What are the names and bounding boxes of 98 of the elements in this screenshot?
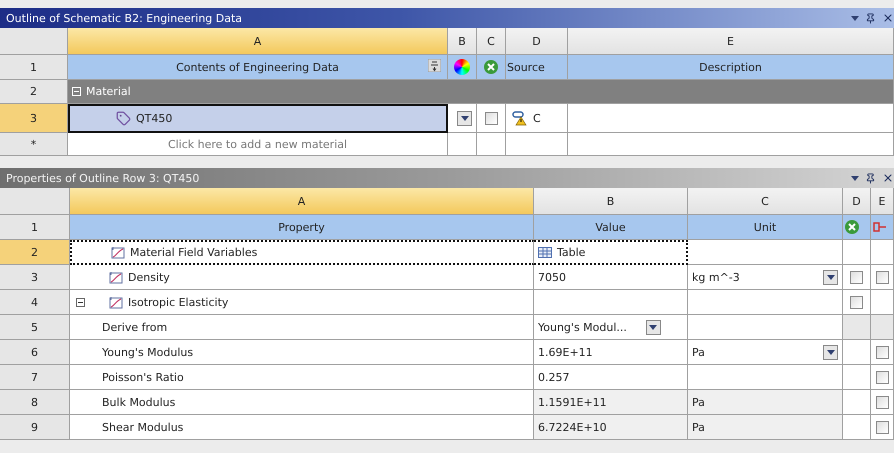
value-cell[interactable]: 7050 [534,265,688,290]
chart-icon [109,296,123,308]
source-cell: C [506,104,568,133]
unit-text: Pa [692,420,705,434]
close-circle-icon [845,220,859,234]
dropdown-button[interactable] [646,320,661,334]
unit-text: kg m^-3 [692,270,740,284]
unit-text: Pa [692,396,705,408]
unit-cell[interactable]: kg m^-3 [688,265,843,290]
value-text: 1.1591E+11 [538,396,607,408]
row-number[interactable]: 3 [0,104,68,133]
color-wheel-icon [454,59,470,75]
value-cell[interactable]: Young's Modul... [534,315,688,340]
property-cell[interactable]: Isotropic Elasticity [70,290,534,315]
checkbox[interactable] [876,270,889,284]
corner-cell [0,188,70,215]
row-number[interactable]: 1 [0,55,68,80]
group-row[interactable]: Material [68,80,894,104]
unit-text: Pa [692,346,705,358]
property-cell[interactable]: Bulk Modulus [70,390,534,415]
row-number[interactable]: 6 [0,340,70,365]
table-icon [538,247,552,258]
checkbox[interactable] [876,370,889,384]
property-cell[interactable]: Material Field Variables [70,240,534,265]
value-text: Young's Modul... [538,320,627,334]
checkbox[interactable] [876,420,889,434]
row-number[interactable]: 4 [0,290,70,315]
property-cell[interactable]: Young's Modulus [70,340,534,365]
row-number[interactable]: 2 [0,80,68,104]
column-header[interactable]: E [568,28,894,55]
dropdown-button[interactable] [823,344,838,360]
header-cell: Unit [688,215,843,240]
group-label: Material [86,85,131,98]
property-cell[interactable]: Shear Modulus [70,415,534,440]
pin-icon[interactable] [865,172,876,184]
panel-title: Properties of Outline Row 3: QT450 [6,172,200,184]
header-cell: Description [568,55,894,80]
column-header[interactable]: C [688,188,843,215]
column-header[interactable]: A [70,188,534,215]
checkbox[interactable] [850,270,863,284]
property-cell[interactable]: Derive from [70,315,534,340]
corner-cell [0,28,68,55]
value-text: 7050 [538,270,566,284]
row-number[interactable]: 5 [0,315,70,340]
row-number[interactable]: 3 [0,265,70,290]
value-text: 0.257 [538,370,570,384]
close-circle-icon [484,60,498,74]
row-number[interactable]: 9 [0,415,70,440]
value-cell[interactable]: 1.1591E+11 [534,390,688,415]
unit-cell[interactable]: Pa [688,340,843,365]
column-header[interactable]: C [477,28,506,55]
parameter-icon [873,221,887,233]
column-header[interactable]: B [534,188,688,215]
value-cell[interactable]: 1.69E+11 [534,340,688,365]
close-icon[interactable] [882,172,894,184]
value-text: 1.69E+11 [538,346,593,358]
sort-icon[interactable] [428,59,441,72]
panel-title: Outline of Schematic B2: Engineering Data [6,12,242,24]
value-cell[interactable] [534,290,688,315]
value-cell[interactable]: 0.257 [534,365,688,390]
material-cell[interactable]: QT450 [68,104,448,133]
collapse-icon[interactable] [76,298,85,306]
checkbox[interactable] [876,396,889,408]
column-header[interactable]: D [506,28,568,55]
checkbox[interactable] [876,346,889,358]
value-cell[interactable]: Table [534,240,688,265]
checkbox[interactable] [850,296,863,308]
row-number[interactable]: 2 [0,240,70,265]
checkbox[interactable] [484,112,498,124]
value-cell[interactable]: 6.7224E+10 [534,415,688,440]
dropdown-button[interactable] [457,110,472,126]
pin-icon[interactable] [865,12,876,24]
value-text: Table [557,246,586,259]
header-cell: Property [70,215,534,240]
property-cell[interactable]: Density [70,265,534,290]
dropdown-icon[interactable] [851,176,859,180]
column-header[interactable]: E [871,188,894,215]
column-header[interactable]: A [68,28,448,55]
close-icon[interactable] [882,12,894,24]
value-text: 6.7224E+10 [538,420,607,434]
link-warning-icon [512,110,528,126]
header-cell: Value [534,215,688,240]
new-material-field[interactable]: Click here to add a new material [68,133,448,156]
column-header[interactable]: D [843,188,871,215]
header-cell: Source [506,55,568,80]
row-number[interactable]: * [0,133,68,156]
row-number[interactable]: 1 [0,215,70,240]
header-cell: Contents of Engineering Data [68,55,448,80]
dropdown-icon[interactable] [851,16,859,20]
table-cell [506,133,568,156]
dropdown-button[interactable] [823,270,838,284]
chart-icon [111,246,125,259]
tag-icon [116,111,131,126]
column-header[interactable]: B [448,28,477,55]
row-number[interactable]: 7 [0,365,70,390]
chart-icon [109,270,123,284]
property-cell[interactable]: Poisson's Ratio [70,365,534,390]
row-number[interactable]: 8 [0,390,70,415]
